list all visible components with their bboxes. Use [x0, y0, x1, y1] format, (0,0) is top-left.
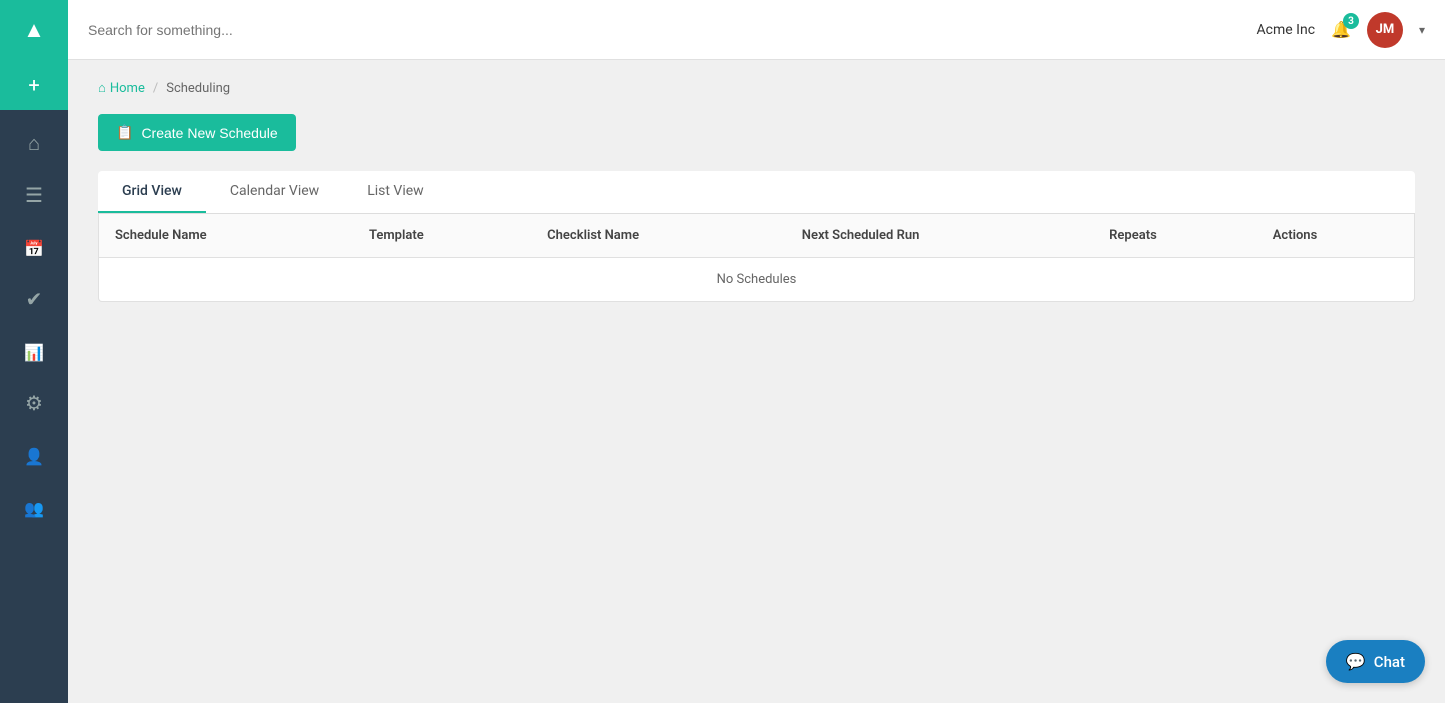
- col-repeats: Repeats: [1093, 214, 1257, 258]
- tab-calendar-view-label: Calendar View: [230, 183, 319, 199]
- tabs: Grid View Calendar View List View: [98, 171, 1415, 214]
- sidebar-add-button[interactable]: [0, 60, 68, 110]
- breadcrumb-home[interactable]: ⌂ Home: [98, 80, 145, 96]
- chat-label: Chat: [1374, 653, 1405, 671]
- tab-grid-view[interactable]: Grid View: [98, 171, 206, 213]
- create-button-label: Create New Schedule: [141, 125, 277, 141]
- chat-button[interactable]: Chat: [1326, 640, 1425, 683]
- col-template: Template: [353, 214, 531, 258]
- content-area: ⌂ Home / Scheduling Create New Schedule …: [68, 60, 1445, 703]
- table-container: Schedule Name Template Checklist Name Ne…: [98, 214, 1415, 302]
- topbar: Acme Inc 3 JM ▾: [68, 0, 1445, 60]
- table-body: No Schedules: [99, 258, 1414, 302]
- breadcrumb-current: Scheduling: [166, 81, 230, 96]
- avatar-initials: JM: [1376, 22, 1395, 37]
- tab-grid-view-label: Grid View: [122, 183, 182, 199]
- sidebar-item-chart[interactable]: [0, 326, 68, 376]
- sidebar-item-home[interactable]: [0, 118, 68, 168]
- sidebar-item-group[interactable]: [0, 482, 68, 532]
- group-icon: [24, 495, 44, 519]
- notification-bell[interactable]: 3: [1331, 19, 1351, 40]
- avatar-dropdown-icon[interactable]: ▾: [1419, 23, 1425, 37]
- tab-list-view-label: List View: [367, 183, 424, 199]
- schedules-table: Schedule Name Template Checklist Name Ne…: [99, 214, 1414, 301]
- chart-icon: [24, 339, 44, 363]
- sidebar-item-list[interactable]: [0, 170, 68, 220]
- table-header-row: Schedule Name Template Checklist Name Ne…: [99, 214, 1414, 258]
- company-name: Acme Inc: [1257, 22, 1316, 38]
- gear-icon: [25, 391, 43, 415]
- schedule-icon: [116, 124, 133, 141]
- user-icon: [24, 443, 44, 467]
- checklist-icon: [26, 287, 43, 311]
- sidebar-logo[interactable]: [0, 0, 68, 60]
- col-next-scheduled-run: Next Scheduled Run: [786, 214, 1093, 258]
- breadcrumb-home-label: Home: [110, 81, 145, 96]
- notification-badge: 3: [1343, 13, 1359, 29]
- topbar-right: Acme Inc 3 JM ▾: [1257, 12, 1425, 48]
- breadcrumb: ⌂ Home / Scheduling: [98, 80, 1415, 96]
- col-schedule-name: Schedule Name: [99, 214, 353, 258]
- schedule-panel: Grid View Calendar View List View Schedu…: [98, 171, 1415, 302]
- create-new-schedule-button[interactable]: Create New Schedule: [98, 114, 296, 151]
- search-input[interactable]: [88, 22, 1257, 38]
- logo-icon: [23, 17, 45, 43]
- calendar-icon: [24, 235, 44, 259]
- list-icon: [25, 183, 43, 207]
- home-icon: [28, 131, 40, 156]
- sidebar-item-user[interactable]: [0, 430, 68, 480]
- tab-calendar-view[interactable]: Calendar View: [206, 171, 343, 213]
- table-empty-row: No Schedules: [99, 258, 1414, 302]
- plus-icon: [28, 73, 39, 98]
- table-header: Schedule Name Template Checklist Name Ne…: [99, 214, 1414, 258]
- col-actions: Actions: [1257, 214, 1414, 258]
- avatar[interactable]: JM: [1367, 12, 1403, 48]
- sidebar-item-checklist[interactable]: [0, 274, 68, 324]
- col-checklist-name: Checklist Name: [531, 214, 786, 258]
- home-icon-small: ⌂: [98, 80, 106, 96]
- sidebar: [0, 0, 68, 703]
- sidebar-item-gear[interactable]: [0, 378, 68, 428]
- sidebar-item-calendar[interactable]: [0, 222, 68, 272]
- chat-icon: [1346, 652, 1366, 671]
- empty-message: No Schedules: [99, 258, 1414, 302]
- breadcrumb-separator: /: [153, 81, 158, 96]
- tab-list-view[interactable]: List View: [343, 171, 448, 213]
- main-content: Acme Inc 3 JM ▾ ⌂ Home / Scheduling Crea…: [68, 0, 1445, 703]
